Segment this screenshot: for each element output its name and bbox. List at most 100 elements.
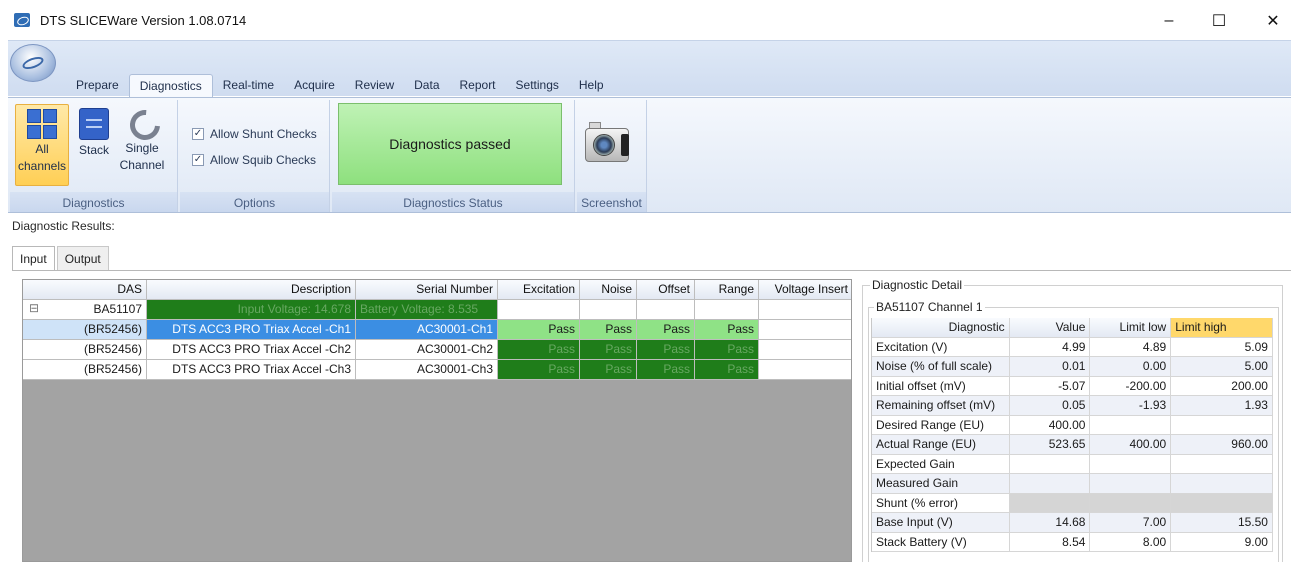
input-voltage-cell: Input Voltage: 14.678 <box>147 300 356 320</box>
tab-help[interactable]: Help <box>569 74 614 98</box>
detail-row: Measured Gain <box>872 474 1273 494</box>
detail-limit-high <box>1171 474 1273 494</box>
detail-limit-low <box>1090 474 1172 494</box>
detail-limit-low: 0.00 <box>1090 357 1172 377</box>
empty-cell <box>759 360 851 380</box>
all-channels-label-2: channels <box>17 159 67 173</box>
results-tabs: Input Output <box>12 246 111 271</box>
das-id: BA51107 <box>93 302 143 316</box>
detail-diagnostic: Measured Gain <box>872 474 1010 494</box>
detail-limit-low: 7.00 <box>1090 513 1172 533</box>
column-header-voltage-insert[interactable]: Voltage Insert <box>759 280 851 300</box>
column-header-limit-high[interactable]: Limit high <box>1171 318 1273 338</box>
minimize-button[interactable]: – <box>1146 6 1192 36</box>
das-row[interactable]: ⊟ BA51107 Input Voltage: 14.678 Battery … <box>23 300 851 320</box>
tab-settings[interactable]: Settings <box>506 74 569 98</box>
table-row[interactable]: (BR52456) DTS ACC3 PRO Triax Accel -Ch1 … <box>23 320 851 340</box>
column-header-value[interactable]: Value <box>1009 318 1091 338</box>
tab-input[interactable]: Input <box>12 246 55 271</box>
tab-report[interactable]: Report <box>450 74 506 98</box>
detail-diagnostic: Base Input (V) <box>872 513 1010 533</box>
detail-diagnostic: Stack Battery (V) <box>872 532 1010 552</box>
diagnostics-status-indicator: Diagnostics passed <box>338 103 562 185</box>
detail-limit-high: 200.00 <box>1171 376 1273 396</box>
detail-diagnostic: Noise (% of full scale) <box>872 357 1010 377</box>
row-noise: Pass <box>580 320 637 340</box>
checkbox-checked-icon: ✓ <box>192 128 204 140</box>
maximize-button[interactable]: ☐ <box>1196 6 1242 36</box>
column-header-limit-low[interactable]: Limit low <box>1090 318 1172 338</box>
table-row[interactable]: (BR52456) DTS ACC3 PRO Triax Accel -Ch2 … <box>23 340 851 360</box>
row-description: DTS ACC3 PRO Triax Accel -Ch1 <box>147 320 356 340</box>
row-excitation: Pass <box>498 340 580 360</box>
detail-value: 14.68 <box>1009 513 1091 533</box>
tab-data[interactable]: Data <box>404 74 449 98</box>
detail-limit-high: 15.50 <box>1171 513 1273 533</box>
tab-prepare[interactable]: Prepare <box>66 74 129 98</box>
column-header-excitation[interactable]: Excitation <box>498 280 580 300</box>
single-channel-button[interactable]: Single Channel <box>118 104 166 186</box>
column-header-diagnostic[interactable]: Diagnostic <box>872 318 1010 338</box>
detail-value: 400.00 <box>1009 415 1091 435</box>
group-label-options: Options <box>233 196 276 210</box>
tab-acquire[interactable]: Acquire <box>284 74 345 98</box>
detail-header-row: Diagnostic Value Limit low Limit high <box>872 318 1273 338</box>
title-bar: DTS SLICEWare Version 1.08.0714 – ☐ ✕ <box>0 0 1299 40</box>
app-logo-icon <box>14 13 30 27</box>
detail-row: Shunt (% error) <box>872 493 1273 513</box>
empty-cell <box>637 300 695 320</box>
column-header-description[interactable]: Description <box>147 280 356 300</box>
all-channels-label-1: All <box>35 142 49 156</box>
detail-diagnostic: Shunt (% error) <box>872 493 1010 513</box>
empty-cell <box>580 300 637 320</box>
group-label-status: Diagnostics Status <box>403 196 503 210</box>
allow-squib-label: Allow Squib Checks <box>210 153 317 167</box>
detail-row: Excitation (V) 4.99 4.89 5.09 <box>872 337 1273 357</box>
detail-limit-high <box>1171 454 1273 474</box>
diagnostic-detail-table: Diagnostic Value Limit low Limit high Ex… <box>871 318 1273 552</box>
allow-shunt-label: Allow Shunt Checks <box>210 127 317 141</box>
detail-limit-high <box>1171 493 1273 513</box>
row-das: (BR52456) <box>23 320 147 340</box>
detail-limit-high: 960.00 <box>1171 435 1273 455</box>
column-header-noise[interactable]: Noise <box>580 280 637 300</box>
close-button[interactable]: ✕ <box>1250 6 1296 36</box>
all-channels-button[interactable]: All channels <box>15 104 69 186</box>
row-range: Pass <box>695 340 759 360</box>
detail-limit-high: 5.09 <box>1171 337 1273 357</box>
detail-limit-low: -200.00 <box>1090 376 1172 396</box>
empty-cell <box>695 300 759 320</box>
detail-limit-low: 4.89 <box>1090 337 1172 357</box>
detail-diagnostic: Expected Gain <box>872 454 1010 474</box>
diagnostic-detail-title: Diagnostic Detail <box>870 278 965 292</box>
expand-collapse-icon[interactable]: ⊟ <box>29 301 39 315</box>
stack-button[interactable]: Stack <box>74 104 114 186</box>
column-header-serial[interactable]: Serial Number <box>356 280 498 300</box>
screenshot-button[interactable] <box>585 122 631 168</box>
tab-real-time[interactable]: Real-time <box>213 74 284 98</box>
detail-value: 8.54 <box>1009 532 1091 552</box>
tab-output[interactable]: Output <box>56 246 109 270</box>
allow-shunt-checkbox[interactable]: ✓ Allow Shunt Checks <box>192 127 317 141</box>
empty-cell <box>759 300 851 320</box>
row-das: (BR52456) <box>23 340 147 360</box>
table-row[interactable]: (BR52456) DTS ACC3 PRO Triax Accel -Ch3 … <box>23 360 851 380</box>
empty-cell <box>759 320 851 340</box>
checkbox-checked-icon: ✓ <box>192 154 204 166</box>
row-noise: Pass <box>580 340 637 360</box>
detail-row: Base Input (V) 14.68 7.00 15.50 <box>872 513 1273 533</box>
column-header-range[interactable]: Range <box>695 280 759 300</box>
application-menu-button[interactable] <box>10 44 56 82</box>
stack-icon <box>79 108 109 140</box>
stack-label: Stack <box>78 143 109 157</box>
column-header-offset[interactable]: Offset <box>637 280 695 300</box>
row-range: Pass <box>695 360 759 380</box>
column-header-das[interactable]: DAS <box>23 280 147 300</box>
detail-limit-low: 8.00 <box>1090 532 1172 552</box>
detail-value: 0.01 <box>1009 357 1091 377</box>
detail-value <box>1009 493 1091 513</box>
tab-diagnostics[interactable]: Diagnostics <box>128 74 213 98</box>
tab-review[interactable]: Review <box>345 74 404 98</box>
detail-diagnostic: Desired Range (EU) <box>872 415 1010 435</box>
allow-squib-checkbox[interactable]: ✓ Allow Squib Checks <box>192 153 316 167</box>
